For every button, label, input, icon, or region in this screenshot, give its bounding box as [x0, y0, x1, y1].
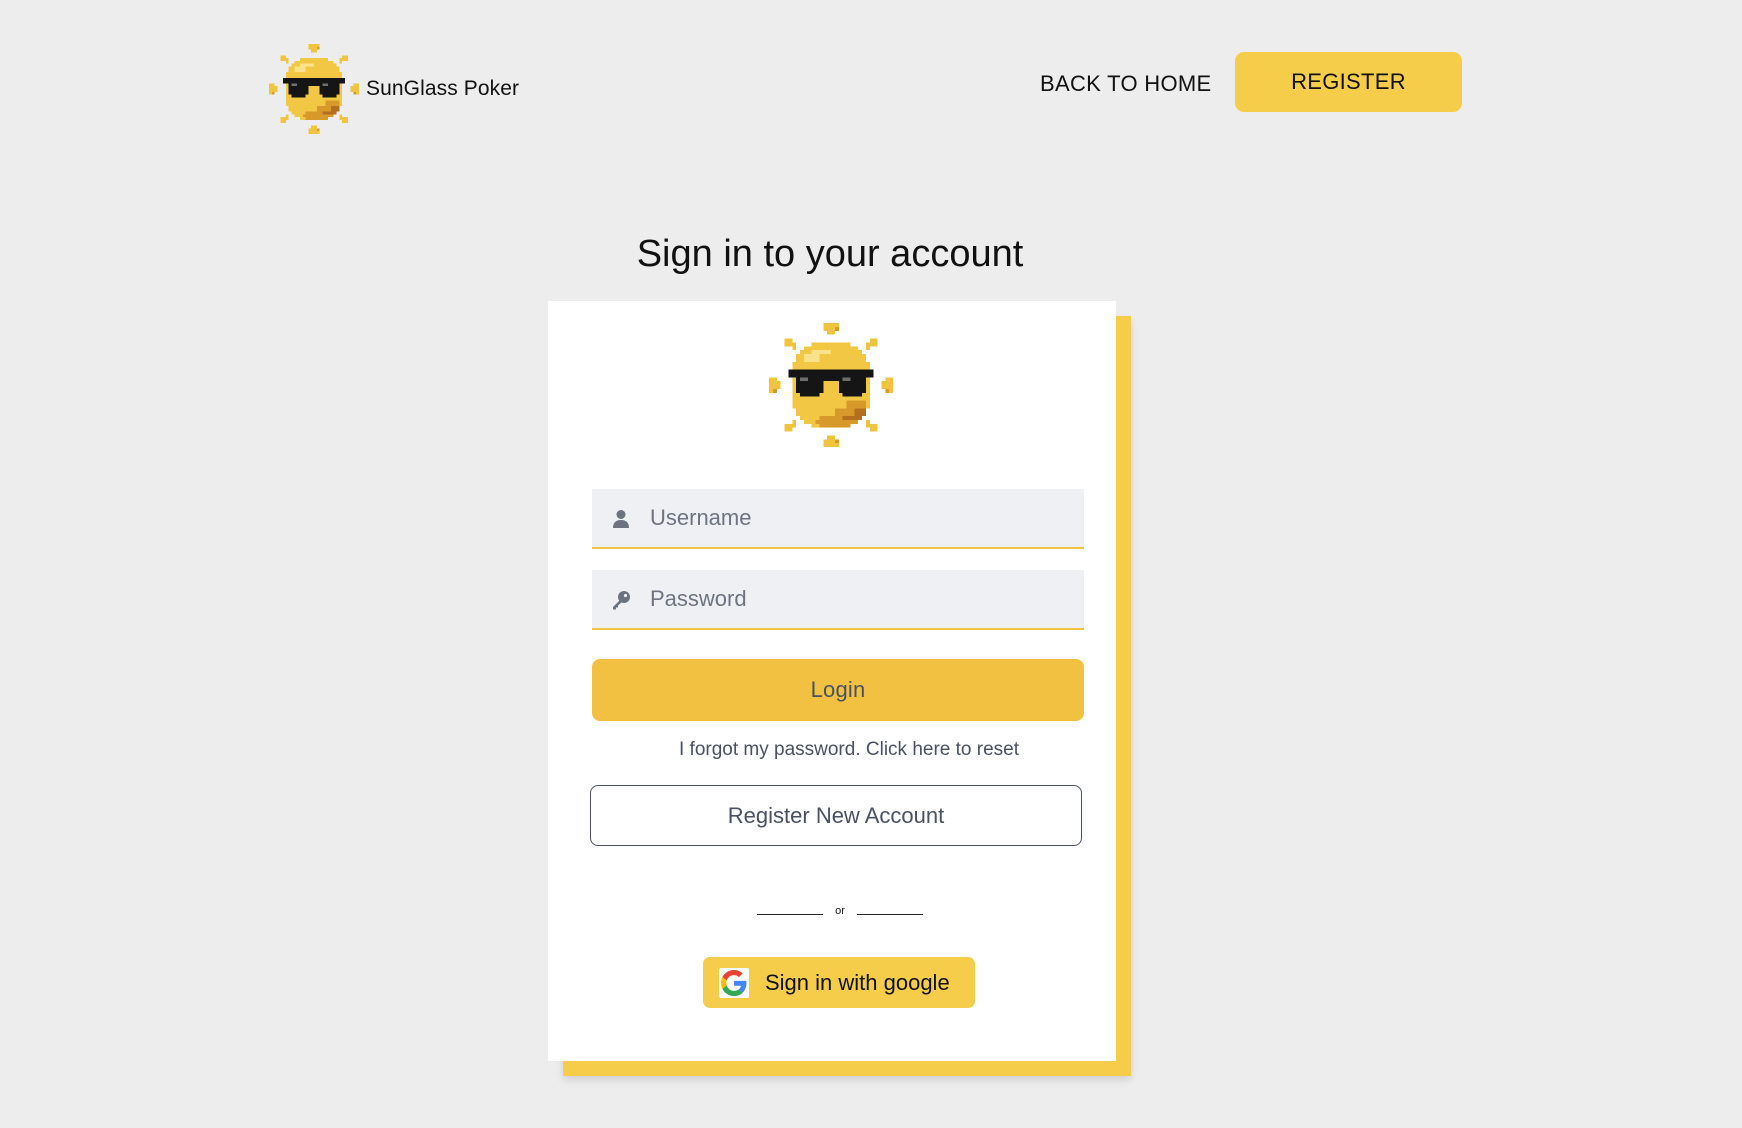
forgot-password-link[interactable]: I forgot my password. Click here to rese… — [548, 739, 1150, 761]
username-field — [592, 489, 1084, 549]
user-icon — [613, 510, 629, 528]
divider-line-right — [856, 913, 923, 915]
google-sign-in-button[interactable]: Sign in with google — [703, 957, 975, 1008]
google-icon-container — [719, 967, 749, 998]
register-nav-button[interactable]: REGISTER — [1235, 52, 1462, 112]
register-new-account-button[interactable]: Register New Account — [590, 785, 1082, 846]
login-page: SunGlass Poker BACK TO HOME REGISTER Sig… — [0, 0, 1742, 1128]
login-card: Login I forgot my password. Click here t… — [548, 301, 1116, 1061]
google-g-icon — [721, 969, 747, 996]
back-to-home-link[interactable]: BACK TO HOME — [1040, 64, 1212, 104]
page-title: Sign in to your account — [636, 233, 1024, 275]
password-field — [592, 570, 1084, 630]
google-sign-in-label: Sign in with google — [765, 969, 950, 995]
login-button[interactable]: Login — [592, 659, 1084, 721]
divider-text: or — [835, 905, 845, 917]
or-divider: or — [548, 905, 1132, 917]
brand[interactable]: SunGlass Poker — [268, 44, 519, 134]
key-icon — [613, 591, 630, 610]
brand-name: SunGlass Poker — [366, 77, 520, 100]
divider-line-left — [757, 913, 824, 915]
password-input[interactable] — [650, 570, 1070, 628]
sunglasses-sun-logo-icon — [765, 323, 897, 447]
username-input[interactable] — [650, 489, 1070, 547]
sunglasses-sun-logo-icon — [268, 44, 360, 134]
